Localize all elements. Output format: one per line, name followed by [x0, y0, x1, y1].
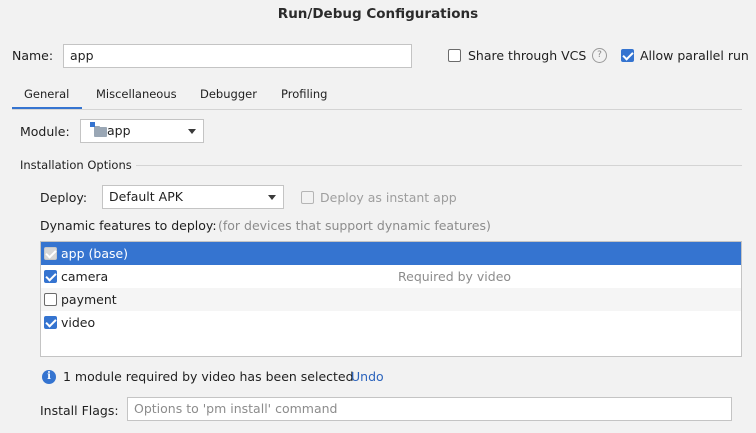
installation-separator — [136, 165, 742, 166]
share-vcs-label[interactable]: Share through VCS — [468, 48, 586, 63]
dynamic-features-list[interactable]: app (base) camera Required by video paym… — [40, 241, 742, 357]
feature-name: app (base) — [61, 246, 129, 261]
instant-app-checkbox[interactable] — [301, 191, 314, 207]
info-message: 1 module required by video has been sele… — [63, 369, 354, 384]
installation-options-title: Installation Options — [20, 158, 132, 172]
allow-parallel-label[interactable]: Allow parallel run — [640, 48, 749, 63]
feature-checkbox[interactable] — [44, 316, 57, 329]
deploy-label: Deploy: — [40, 190, 88, 205]
name-label: Name: — [12, 48, 54, 63]
dynamic-features-hint: (for devices that support dynamic featur… — [218, 218, 491, 233]
module-label: Module: — [20, 124, 70, 139]
undo-link[interactable]: Undo — [351, 369, 384, 384]
module-select[interactable]: app — [80, 119, 204, 143]
list-item[interactable]: payment — [41, 288, 741, 311]
allow-parallel-checkbox[interactable] — [621, 49, 634, 65]
dynamic-features-label: Dynamic features to deploy: — [40, 218, 217, 233]
name-input[interactable]: app — [63, 44, 412, 68]
feature-note: Required by video — [398, 269, 512, 284]
chevron-down-icon — [268, 195, 276, 200]
list-item[interactable]: video — [41, 311, 741, 334]
dialog-title: Run/Debug Configurations — [277, 6, 479, 22]
module-select-value: app — [107, 123, 131, 138]
tab-miscellaneous[interactable]: Miscellaneous — [96, 87, 177, 101]
help-icon[interactable]: ? — [592, 48, 607, 63]
instant-app-checkbox-box[interactable] — [301, 191, 314, 204]
feature-checkbox[interactable] — [44, 270, 57, 283]
tab-profiling[interactable]: Profiling — [281, 87, 327, 101]
instant-app-label[interactable]: Deploy as instant app — [320, 190, 457, 205]
install-flags-placeholder: Options to 'pm install' command — [134, 401, 338, 416]
list-item[interactable]: camera Required by video — [41, 265, 741, 288]
tab-general[interactable]: General — [24, 87, 69, 101]
install-flags-label: Install Flags: — [40, 403, 119, 418]
feature-checkbox — [44, 247, 57, 260]
chevron-down-icon — [188, 129, 196, 134]
allow-parallel-checkbox-box[interactable] — [621, 49, 634, 62]
deploy-select[interactable]: Default APK — [102, 185, 284, 209]
list-item[interactable]: app (base) — [41, 242, 741, 265]
share-vcs-checkbox[interactable] — [448, 49, 461, 65]
feature-name: video — [61, 315, 96, 330]
tab-separator — [12, 109, 742, 110]
feature-name: payment — [61, 292, 117, 307]
feature-checkbox[interactable] — [44, 293, 57, 306]
tab-debugger[interactable]: Debugger — [200, 87, 257, 101]
share-vcs-checkbox-box[interactable] — [448, 49, 461, 62]
feature-name: camera — [61, 269, 109, 284]
deploy-select-value: Default APK — [109, 189, 183, 204]
info-icon: i — [42, 370, 56, 384]
install-flags-input[interactable]: Options to 'pm install' command — [127, 397, 732, 421]
